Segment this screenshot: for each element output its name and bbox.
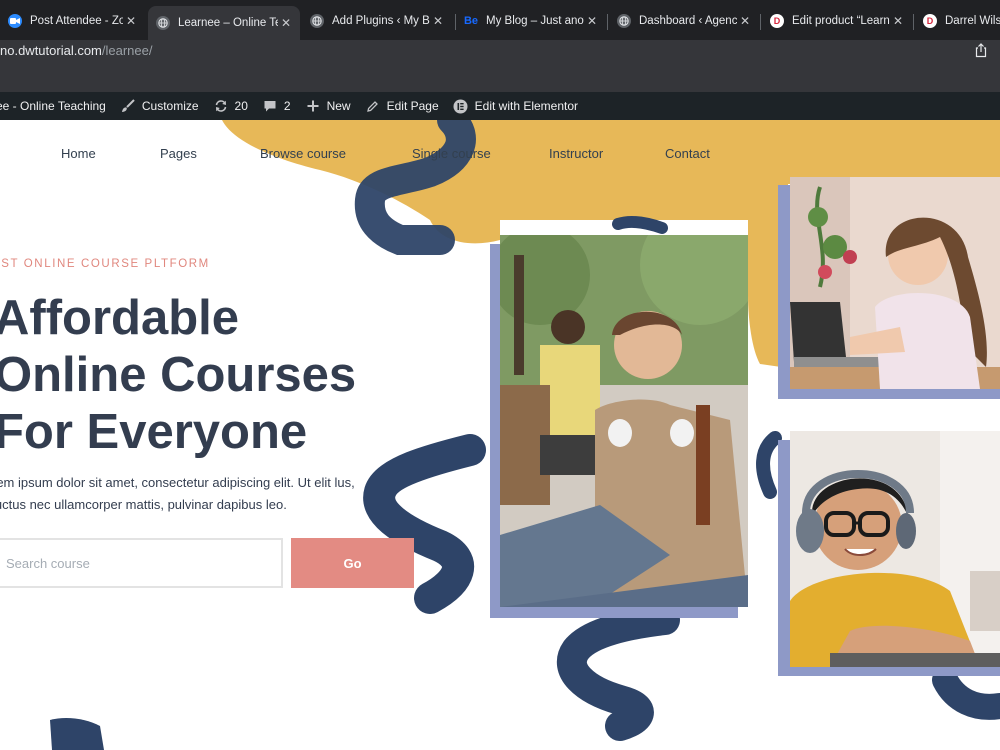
tab-title: Learnee – Online Teaching [178, 17, 278, 29]
url-text[interactable]: no.dwtutorial.com/learnee/ [0, 43, 152, 58]
hero-headline: Affordable Online Courses For Everyone [0, 290, 356, 461]
share-icon[interactable] [974, 43, 988, 58]
address-bar[interactable]: no.dwtutorial.com/learnee/ [0, 40, 1000, 62]
tab-separator [913, 14, 914, 30]
close-icon[interactable]: ✕ [584, 14, 600, 28]
comment-icon [262, 98, 278, 114]
search-course-input[interactable] [0, 538, 283, 588]
globe-icon [156, 16, 170, 30]
close-icon[interactable]: ✕ [890, 14, 906, 28]
admin-new[interactable]: New [305, 98, 351, 114]
globe-icon [310, 14, 324, 28]
admin-edit-page[interactable]: Edit Page [365, 98, 439, 114]
tab-dashboard[interactable]: Dashboard ‹ Agency ✕ [609, 6, 759, 36]
close-icon[interactable]: ✕ [737, 14, 753, 28]
admin-customize-label: Customize [141, 99, 199, 113]
nav-pages[interactable]: Pages [160, 146, 197, 161]
go-button[interactable]: Go [291, 538, 414, 588]
tab-add-plugins[interactable]: Add Plugins ‹ My Blog ✕ [302, 6, 452, 36]
brush-icon [120, 98, 136, 114]
tab-title: Dashboard ‹ Agency [639, 15, 737, 27]
admin-new-label: New [326, 99, 351, 113]
tab-separator [607, 14, 608, 30]
tab-title: Edit product “Learnee” [792, 15, 890, 27]
tab-strip: Post Attendee - Zoom ✕ Learnee – Online … [0, 0, 1000, 40]
nav-home[interactable]: Home [61, 146, 96, 161]
tab-zoom[interactable]: Post Attendee - Zoom ✕ [0, 6, 145, 36]
hero-eyebrow: EST ONLINE COURSE PLTFORM [0, 258, 210, 270]
tab-title: Darrel Wilson [945, 15, 1000, 27]
nav-single-course[interactable]: Single course [412, 146, 491, 161]
admin-edit-elementor-label: Edit with Elementor [474, 99, 579, 113]
admin-edit-page-label: Edit Page [386, 99, 439, 113]
admin-updates-count: 20 [234, 99, 248, 113]
site-hero: Home Pages Browse course Single course I… [0, 120, 1000, 750]
url-host: no.dwtutorial.com [0, 43, 102, 58]
nav-browse-course[interactable]: Browse course [260, 146, 346, 161]
hero-description: rem ipsum dolor sit amet, consectetur ad… [0, 475, 355, 512]
behance-icon: Be [463, 15, 479, 27]
close-icon[interactable]: ✕ [430, 14, 446, 28]
nav-instructor[interactable]: Instructor [549, 146, 603, 161]
elementor-icon [453, 98, 469, 114]
nav-contact[interactable]: Contact [665, 146, 710, 161]
close-icon[interactable]: ✕ [278, 16, 294, 30]
wp-admin-bar: ee - Online Teaching Customize 20 2 New [0, 92, 1000, 120]
tab-title: Add Plugins ‹ My Blog [332, 15, 430, 27]
tab-my-blog[interactable]: Be My Blog – Just another ✕ [456, 6, 606, 36]
student-laptop-photo [500, 235, 748, 607]
tab-learnee[interactable]: Learnee – Online Teaching ✕ [148, 6, 300, 40]
admin-comments[interactable]: 2 [262, 98, 291, 114]
main-nav: Home Pages Browse course Single course I… [0, 144, 1000, 166]
browser-window: Post Attendee - Zoom ✕ Learnee – Online … [0, 0, 1000, 750]
admin-updates[interactable]: 20 [213, 98, 248, 114]
admin-site-name-label: ee - Online Teaching [0, 99, 106, 113]
tab-title: Post Attendee - Zoom [30, 15, 123, 27]
d-icon: D [770, 14, 784, 28]
close-icon[interactable]: ✕ [123, 14, 139, 28]
tab-edit-product[interactable]: D Edit product “Learnee” ✕ [762, 6, 912, 36]
headline-line: For Everyone [0, 405, 308, 459]
headline-line: Online Courses [0, 348, 357, 402]
globe-icon [617, 14, 631, 28]
admin-site-name[interactable]: ee - Online Teaching [0, 99, 106, 113]
bookmarks-bar [0, 62, 1000, 92]
url-path: /learnee/ [101, 43, 153, 58]
refresh-icon [213, 98, 229, 114]
zoom-icon [8, 14, 22, 28]
pencil-icon [365, 98, 381, 114]
girl-laptop-photo [790, 177, 1000, 389]
tab-title: My Blog – Just another [486, 15, 584, 27]
admin-comments-count: 2 [283, 99, 291, 113]
boy-headphones-photo [790, 431, 1000, 667]
tab-darrel-wilson[interactable]: D Darrel Wilson [915, 6, 1000, 36]
d-icon: D [923, 14, 937, 28]
admin-edit-elementor[interactable]: Edit with Elementor [453, 98, 578, 114]
tab-separator [760, 14, 761, 30]
plus-icon [305, 98, 321, 114]
admin-customize[interactable]: Customize [120, 98, 199, 114]
headline-line: Affordable [0, 291, 239, 345]
